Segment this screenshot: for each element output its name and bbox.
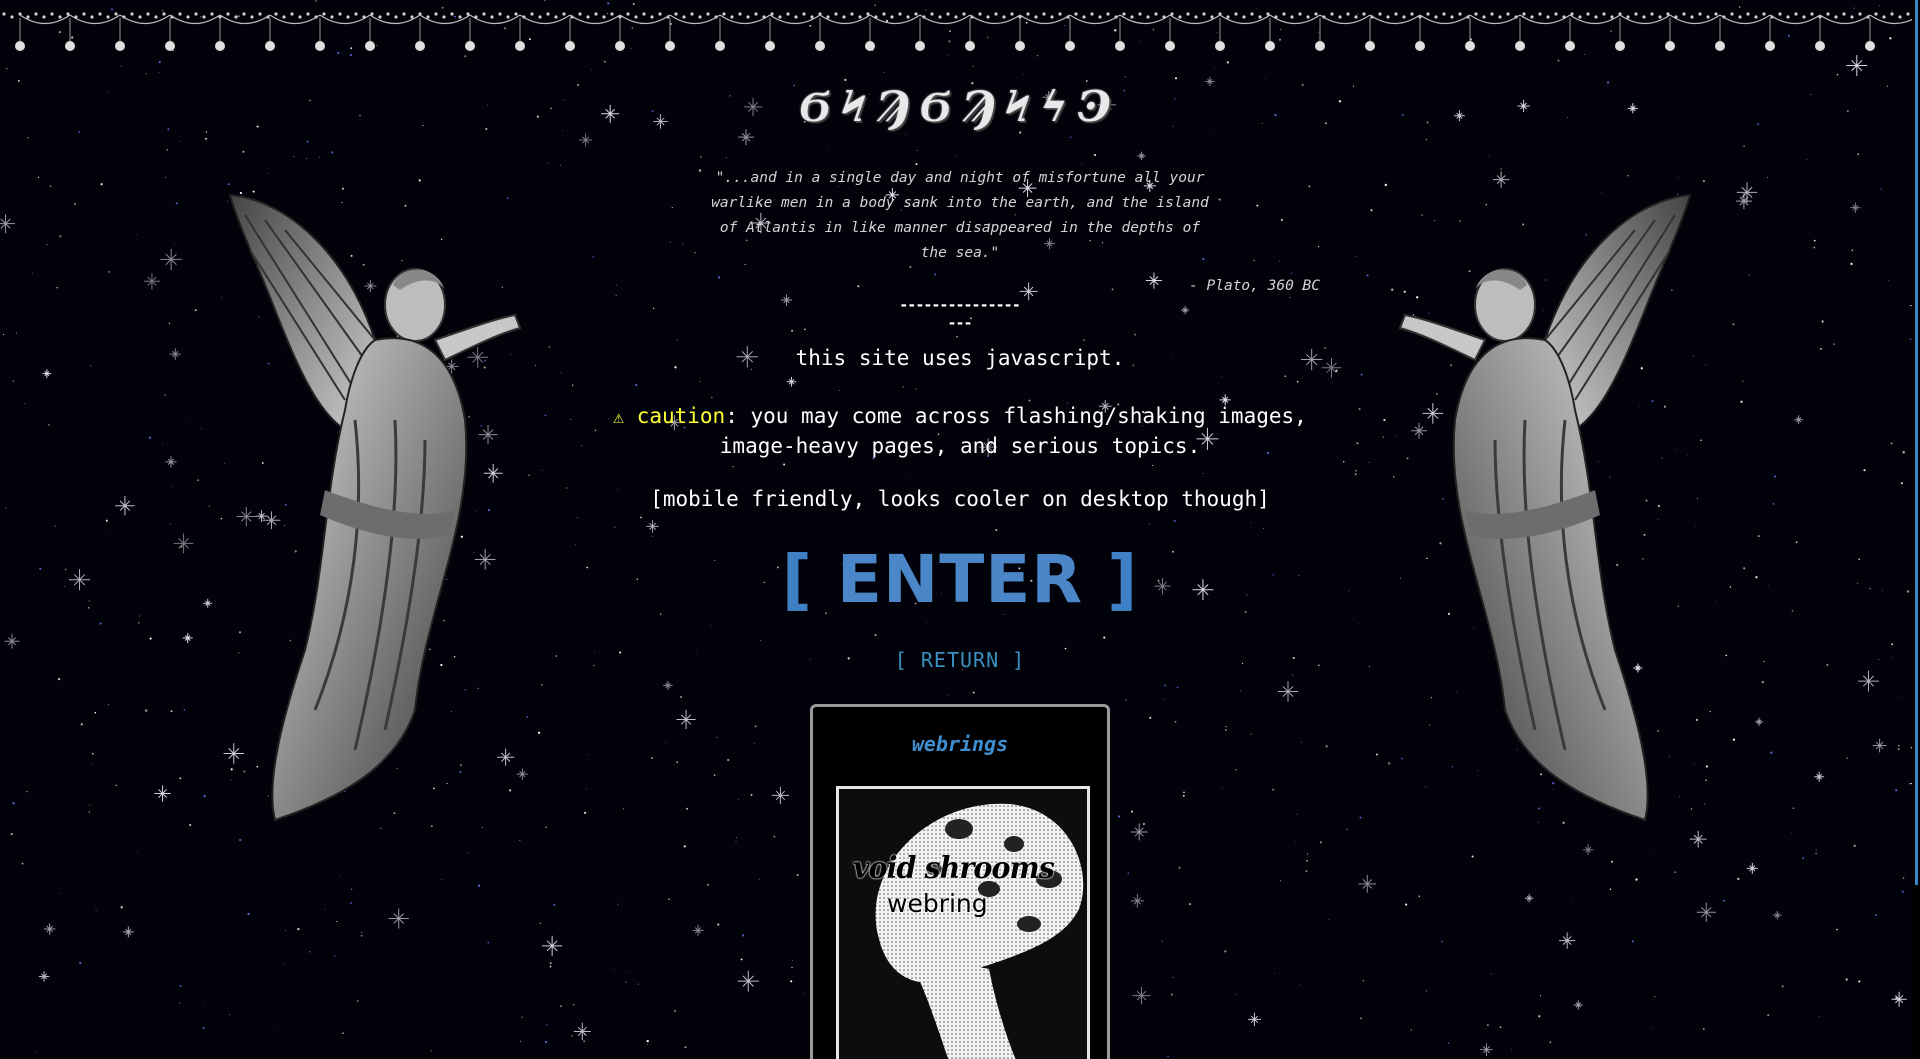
banner-subtitle: webring xyxy=(887,889,988,918)
main-content: ϬϞϠϬϠϞϟϿ "...and in a single day and nig… xyxy=(560,0,1360,1059)
void-shrooms-webring-banner[interactable]: void shrooms webring xyxy=(836,786,1090,1059)
mobile-notice: [mobile friendly, looks cooler on deskto… xyxy=(650,487,1270,511)
quote-author: - Plato, 360 BC xyxy=(1189,278,1320,294)
site-logo: ϬϞϠϬϠϞϟϿ xyxy=(798,82,1122,131)
caution-label: caution xyxy=(636,404,726,428)
caution-text-line1: : you may come across flashing/shaking i… xyxy=(725,404,1307,428)
warning-triangle-icon: ⚠ xyxy=(613,407,625,428)
page-background: ϬϞϠϬϠϞϟϿ "...and in a single day and nig… xyxy=(0,0,1920,1059)
return-link[interactable]: [ RETURN ] xyxy=(560,648,1360,672)
webrings-panel: webrings void shrooms webring xyxy=(810,704,1110,1059)
angel-statue-left-icon xyxy=(228,193,522,822)
mushroom-icon xyxy=(839,789,1087,1059)
webrings-title: webrings xyxy=(911,732,1009,756)
divider: ------------------ xyxy=(899,296,1020,332)
angel-statue-right-icon xyxy=(1398,193,1692,822)
enter-link[interactable]: [ ENTER ] xyxy=(560,541,1360,618)
enter-label: ENTER xyxy=(836,541,1084,618)
javascript-notice: this site uses javascript. xyxy=(795,346,1125,370)
enter-bracket-open: [ xyxy=(781,541,837,618)
caution-notice: ⚠ caution: you may come across flashing/… xyxy=(560,402,1360,460)
scrollbar-thumb[interactable] xyxy=(1915,0,1918,885)
caution-text-line2: image-heavy pages, and serious topics. xyxy=(719,434,1201,458)
plato-quote: "...and in a single day and night of mis… xyxy=(711,170,1209,261)
enter-bracket-close: ] xyxy=(1083,541,1139,618)
banner-title: void shrooms xyxy=(853,851,1055,886)
